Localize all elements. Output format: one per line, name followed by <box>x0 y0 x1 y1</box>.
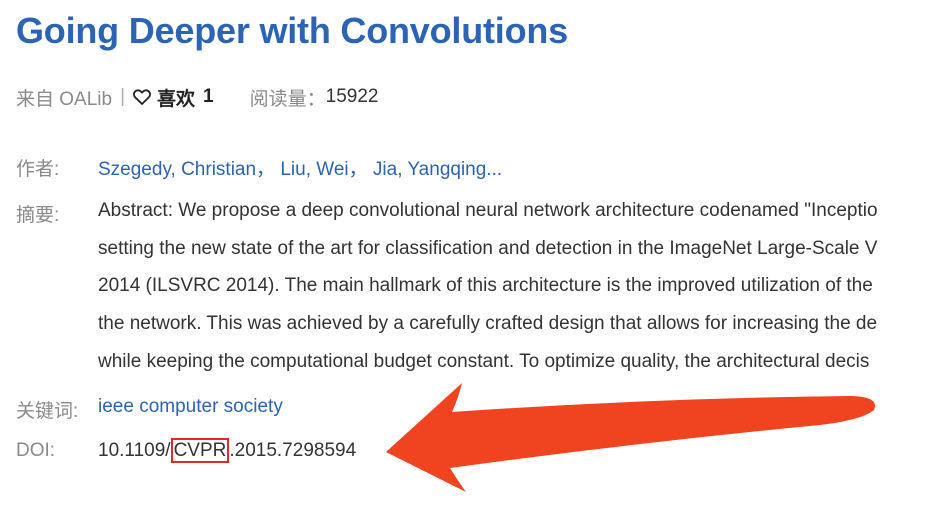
arrow-annotation-icon <box>386 383 876 492</box>
